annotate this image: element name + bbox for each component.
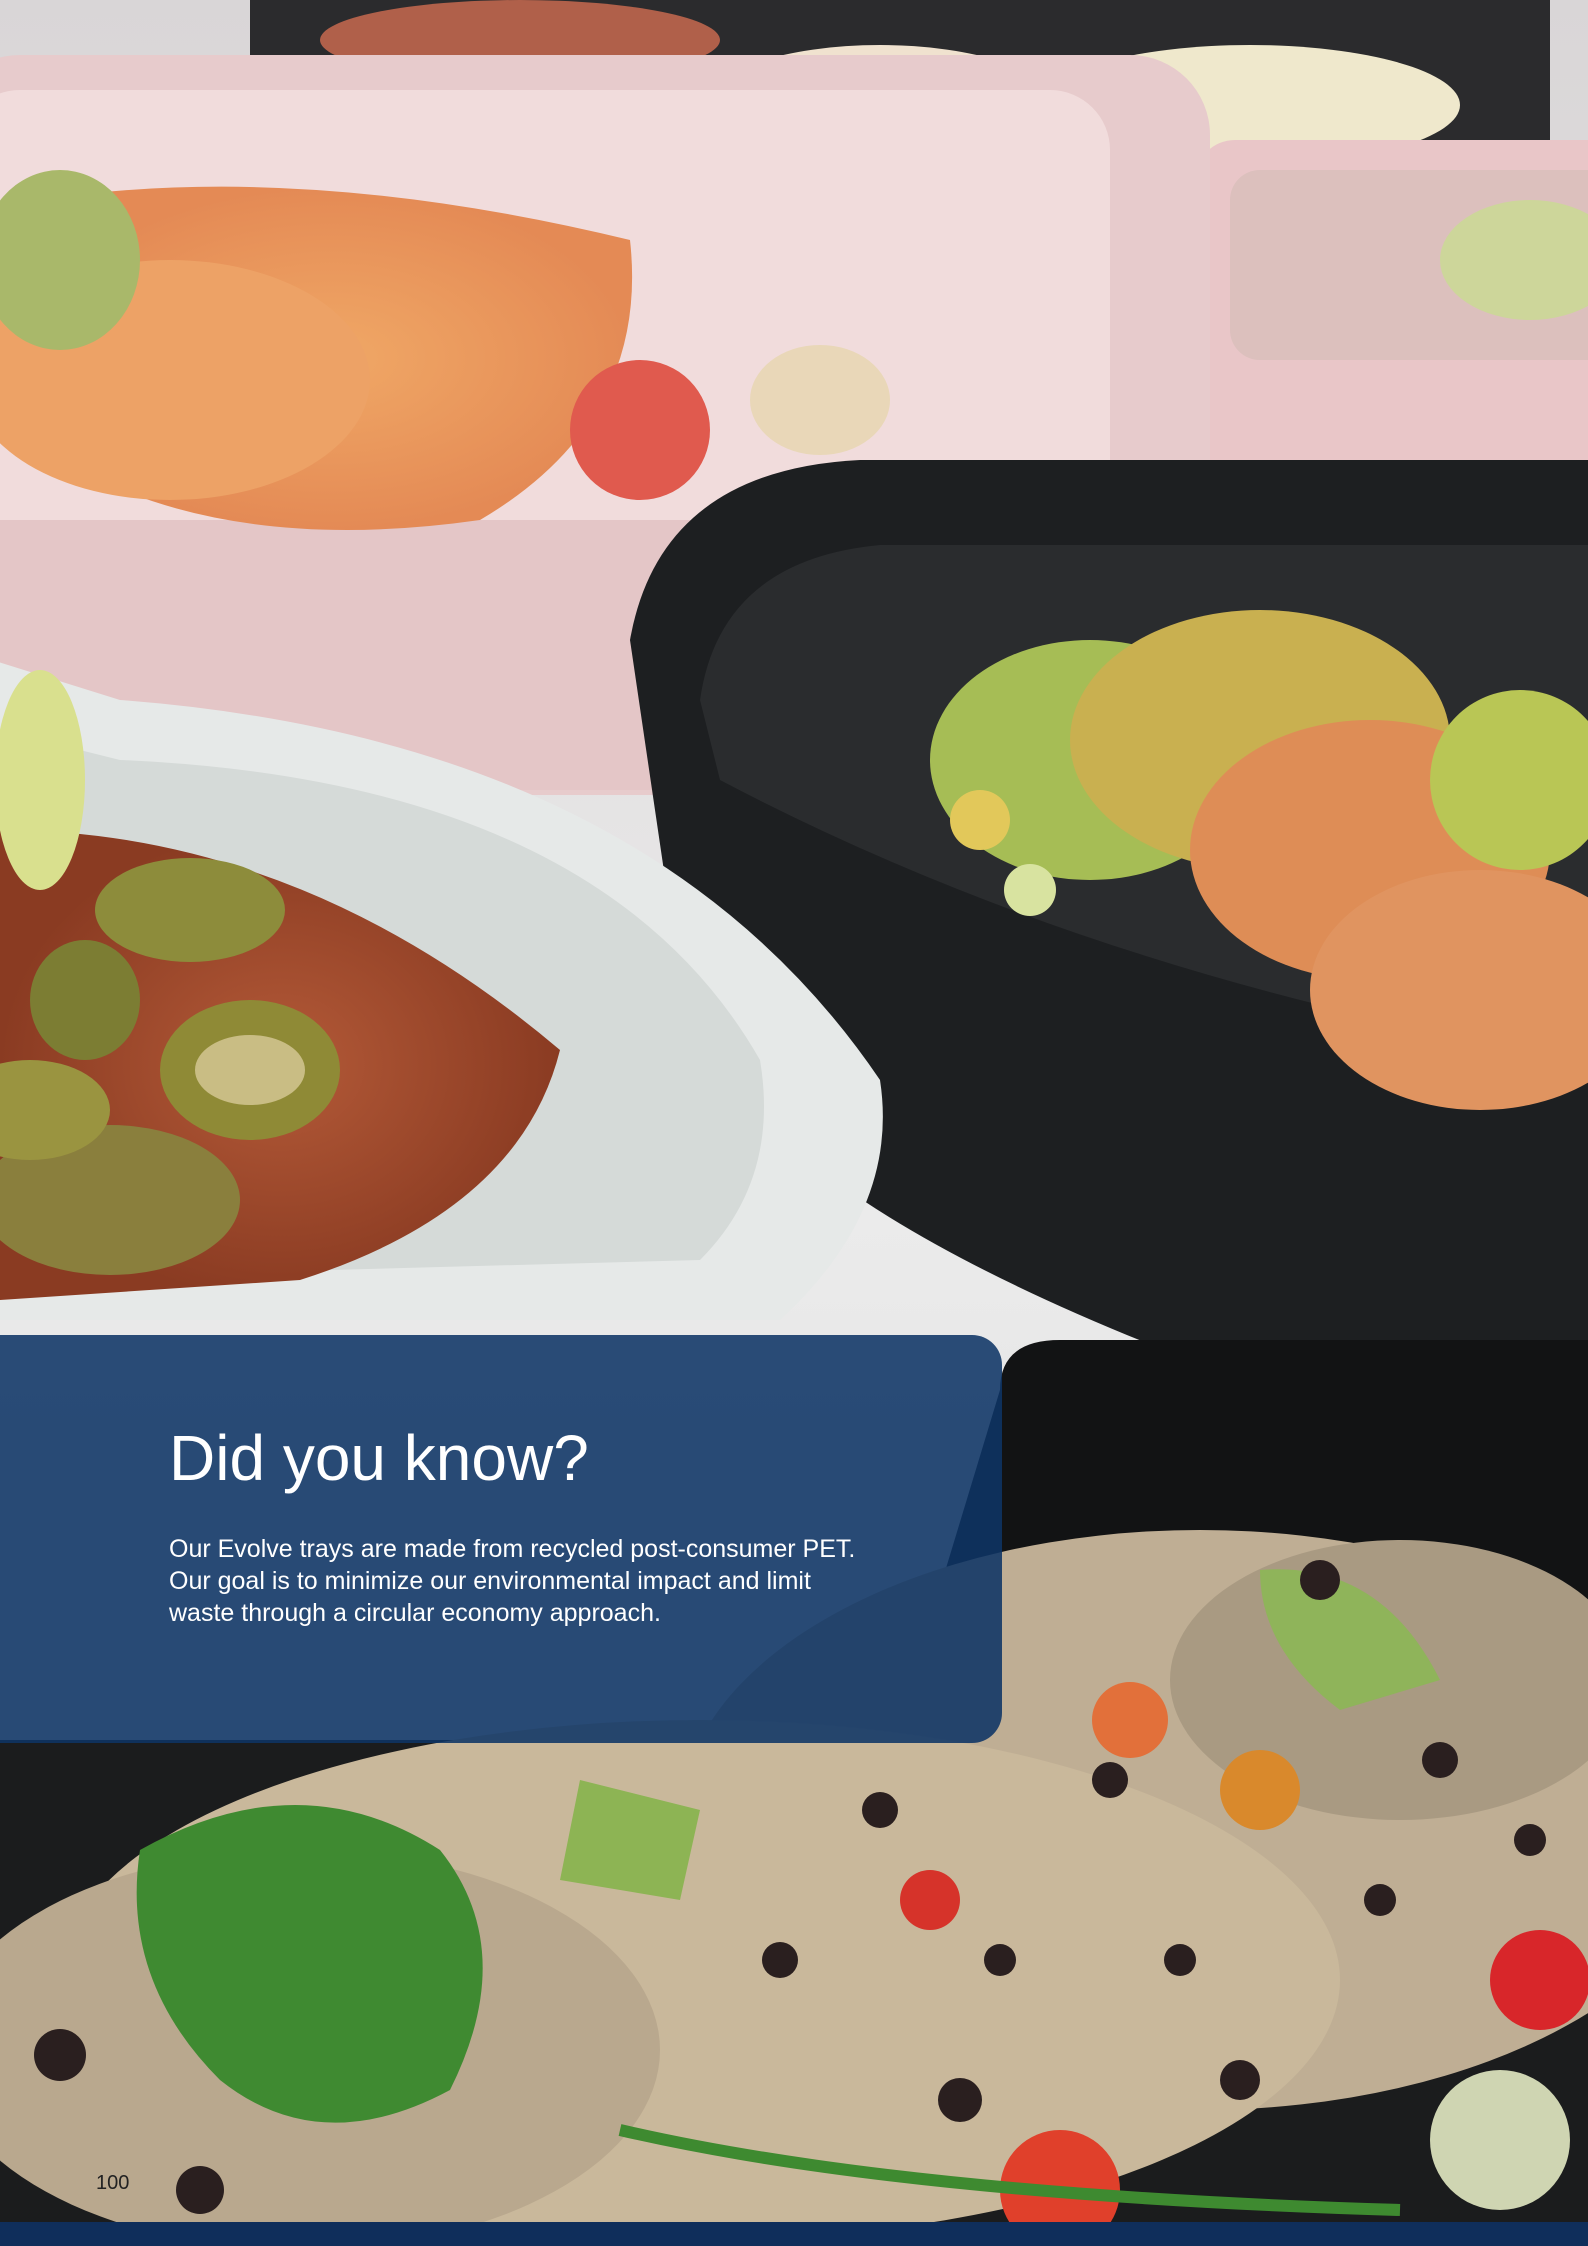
page-number: 100 — [96, 2172, 130, 2194]
food-tray-photo — [0, 0, 1588, 2222]
pink-tray-right — [1195, 140, 1588, 500]
info-title: Did you know? — [169, 1422, 589, 1494]
footer-bar — [0, 2222, 1588, 2246]
info-body-text: Our Evolve trays are made from recycled … — [169, 1535, 856, 1627]
